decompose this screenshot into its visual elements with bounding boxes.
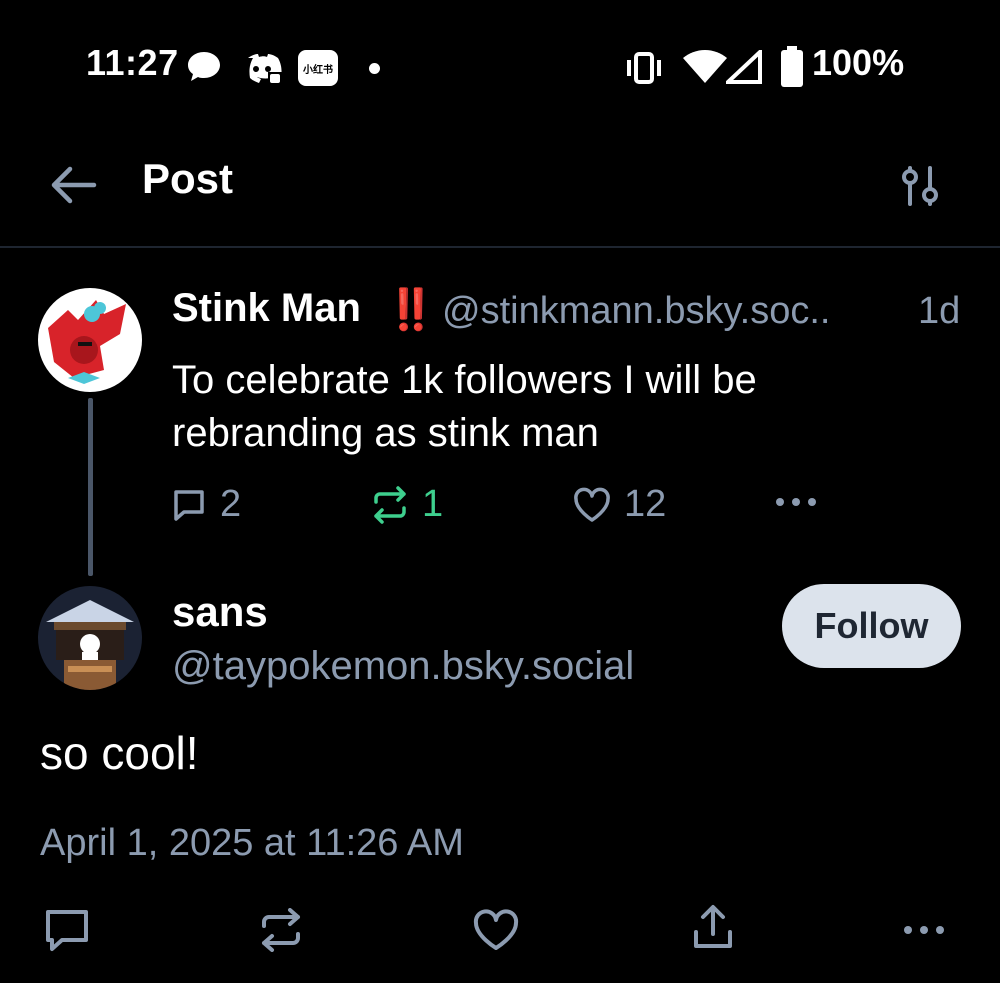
header-divider: [0, 246, 1000, 248]
thread-line: [88, 398, 93, 576]
like-count: 12: [624, 483, 667, 525]
reply-action-button[interactable]: [44, 908, 90, 952]
parent-author-emoji: ‼️: [386, 288, 436, 332]
reply-icon: [170, 486, 208, 524]
status-time: 11:27: [86, 42, 179, 83]
parent-post-age: 1d: [918, 290, 961, 332]
parent-author-handle[interactable]: @stinkmann.bsky.soc..: [442, 290, 830, 333]
xiaohongshu-badge-text: 小红书: [303, 64, 333, 76]
battery-icon: [780, 46, 804, 88]
follow-button[interactable]: Follow: [782, 584, 961, 668]
parent-author-avatar[interactable]: [38, 288, 142, 392]
parent-repost-button[interactable]: 1: [370, 483, 443, 526]
chat-bubble-icon: [186, 50, 222, 84]
reply-author-name[interactable]: sans: [172, 588, 268, 636]
parent-author-name[interactable]: Stink Man: [172, 286, 361, 331]
parent-more-icon[interactable]: [774, 490, 818, 514]
back-arrow-icon[interactable]: [48, 163, 98, 207]
reply-more-icon[interactable]: [902, 918, 946, 942]
parent-post-text: To celebrate 1k followers I will be rebr…: [172, 358, 757, 455]
battery-percent: 100%: [812, 42, 905, 83]
reply-post-timestamp: April 1, 2025 at 11:26 AM: [40, 822, 464, 864]
parent-like-button[interactable]: 12: [572, 483, 666, 526]
reply-post-text: so cool!: [40, 727, 199, 779]
wifi-icon: [682, 50, 728, 84]
xiaohongshu-icon: 小红书: [298, 50, 338, 86]
repost-icon: [370, 485, 410, 524]
page-title: Post: [142, 155, 234, 202]
reply-author-avatar[interactable]: [38, 586, 142, 690]
reply-author-handle[interactable]: @taypokemon.bsky.social: [172, 644, 634, 689]
repost-count: 1: [422, 483, 444, 525]
vibrate-icon: [624, 50, 664, 86]
sliders-icon[interactable]: [896, 164, 942, 208]
like-action-button[interactable]: [472, 908, 520, 952]
signal-icon: [726, 50, 762, 84]
share-action-button[interactable]: [690, 904, 736, 952]
discord-icon: [242, 52, 282, 86]
repost-action-button[interactable]: [258, 908, 304, 952]
dot-icon: [369, 63, 380, 74]
reply-count: 2: [220, 483, 242, 525]
heart-icon: [572, 486, 612, 524]
parent-reply-button[interactable]: 2: [170, 483, 241, 526]
